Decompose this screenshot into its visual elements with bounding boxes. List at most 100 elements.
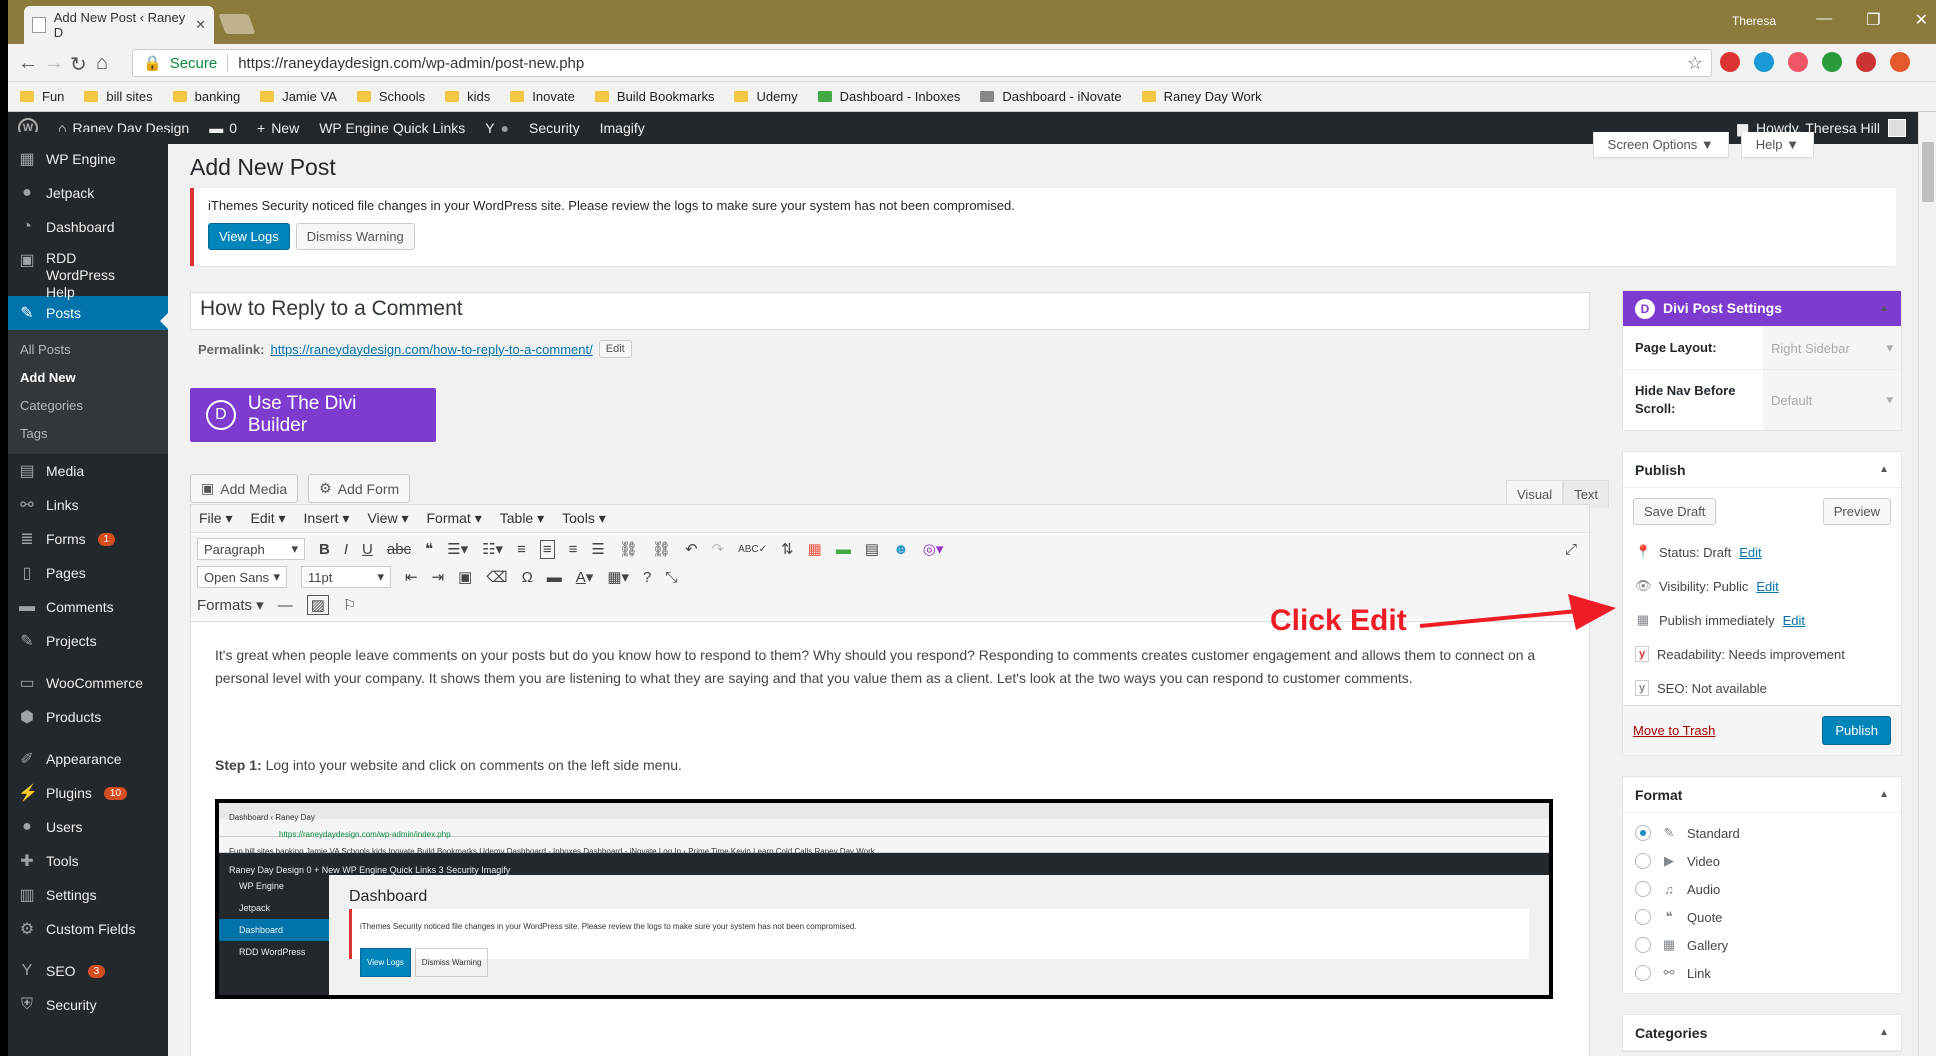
sidebar-item-posts[interactable]: ✎ Posts [8,296,168,330]
menu-format[interactable]: Format ▾ [426,510,481,527]
toggle-icon[interactable]: ▲ [1879,789,1889,800]
edit-visibility-link[interactable]: Edit [1756,579,1778,594]
sidebar-item-media[interactable]: ▤ Media [8,454,168,488]
hide-nav-select[interactable]: Default ▾ [1763,370,1901,430]
sidebar-item-wp-engine[interactable]: ▦ WP Engine [8,142,168,176]
paste-text-icon[interactable]: ▣ [458,568,472,586]
page-scrollbar[interactable] [1918,112,1936,1056]
new-tab-button[interactable] [218,14,256,34]
user-icon[interactable]: ☻ [893,541,909,558]
bookmark-icon[interactable]: ⚐ [343,596,356,614]
submenu-tags[interactable]: Tags [8,420,168,448]
bookmark[interactable]: banking [172,89,240,104]
sidebar-item-users[interactable]: ● Users [8,810,168,844]
bookmark[interactable]: Udemy [734,89,798,104]
extension-icon[interactable] [1856,52,1876,72]
move-to-trash-link[interactable]: Move to Trash [1633,723,1715,738]
dismiss-warning-button[interactable]: Dismiss Warning [295,223,415,250]
extension-icon[interactable] [1720,52,1740,72]
menu-tools[interactable]: Tools ▾ [562,510,606,527]
formats-menu[interactable]: Formats ▾ [197,596,264,614]
align-left-icon[interactable]: ≡ [517,541,526,558]
reload-icon[interactable]: ↻ [70,52,87,77]
extension-icon[interactable] [1788,52,1808,72]
bookmark[interactable]: Dashboard - iNovate [980,89,1122,104]
format-quote[interactable]: ❝ Quote [1623,903,1901,931]
bullet-list-icon[interactable]: ☰▾ [447,540,468,558]
bookmark[interactable]: Schools [356,89,425,104]
radio[interactable] [1635,965,1651,981]
extension-icon[interactable] [1890,52,1910,72]
home-icon[interactable]: ⌂ [96,52,108,75]
profile-name[interactable]: Theresa [1732,14,1776,28]
scrollbar-thumb[interactable] [1922,142,1934,202]
preview-button[interactable]: Preview [1822,498,1891,525]
redo-icon[interactable]: ↷ [712,540,725,558]
bookmark[interactable]: Inovate [510,89,575,104]
divider-icon[interactable]: ▬ [836,541,851,558]
sidebar-item-plugins[interactable]: ⚡ Plugins 10 [8,776,168,810]
radio[interactable] [1635,909,1651,925]
image-icon[interactable]: ▨ [306,595,329,615]
block-format-select[interactable]: Paragraph ▾ [197,538,305,560]
menu-table[interactable]: Table ▾ [500,510,544,527]
undo-icon[interactable]: ↶ [685,540,698,558]
divi-builder-button[interactable]: D Use The Divi Builder [190,388,436,442]
editor-body[interactable]: It's great when people leave comments on… [191,622,1589,1021]
bookmark[interactable]: Jamie VA [260,89,337,104]
sidebar-item-seo[interactable]: Y SEO 3 [8,954,168,988]
align-right-icon[interactable]: ≡ [569,541,578,558]
format-standard[interactable]: ✎ Standard [1623,819,1901,847]
toggle-icon[interactable]: ▲ [1879,1027,1889,1038]
bold-icon[interactable]: B [319,541,330,558]
blockquote-icon[interactable]: ❝ [425,540,433,558]
table-icon[interactable]: ▦▾ [607,568,629,586]
bookmark[interactable]: Build Bookmarks [594,89,714,104]
extension-icon[interactable] [1754,52,1774,72]
back-icon[interactable]: ← [18,52,38,75]
horizontal-line-icon[interactable]: ▬ [547,569,562,586]
page-layout-select[interactable]: Right Sidebar ▾ [1763,327,1901,369]
plugin-icon[interactable]: ◎▾ [923,540,944,558]
font-family-select[interactable]: Open Sans ▾ [197,566,287,588]
spellcheck-icon[interactable]: ABC✓ [738,544,767,555]
close-window-icon[interactable]: ✕ [1915,10,1928,30]
toggle-icon[interactable]: ▲ [1879,464,1889,475]
menu-file[interactable]: File ▾ [199,510,232,527]
add-media-button[interactable]: ▣ Add Media [190,474,299,503]
bookmark[interactable]: Dashboard - Inboxes [817,89,960,104]
sidebar-item-comments[interactable]: ▬ Comments [8,590,168,624]
special-char-icon[interactable]: Ω [522,569,533,586]
sidebar-item-security[interactable]: ⛨ Security [8,988,168,1022]
numbered-list-icon[interactable]: ☷▾ [482,540,503,558]
menu-insert[interactable]: Insert ▾ [304,510,350,527]
outdent-icon[interactable]: ⇤ [405,568,418,586]
submenu-all-posts[interactable]: All Posts [8,336,168,364]
underline-icon[interactable]: U [362,541,373,558]
bookmark[interactable]: Fun [20,89,64,104]
sidebar-item-dashboard[interactable]: ◔ Dashboard [8,210,168,244]
bookmark[interactable]: Raney Day Work [1141,89,1262,104]
browser-tab[interactable]: Add New Post ‹ Raney D ✕ [24,6,214,44]
sidebar-item-links[interactable]: ⚯ Links [8,488,168,522]
divi-settings-header[interactable]: D Divi Post Settings ▲ [1623,291,1901,327]
radio[interactable] [1635,825,1651,841]
format-link[interactable]: ⚯ Link [1623,959,1901,987]
columns-icon[interactable]: ▤ [865,540,879,558]
radio[interactable] [1635,881,1651,897]
publish-header[interactable]: Publish ▲ [1623,452,1901,488]
save-draft-button[interactable]: Save Draft [1633,498,1717,525]
format-header[interactable]: Format ▲ [1623,777,1901,813]
help-button[interactable]: Help ▼ [1740,132,1814,158]
add-form-button[interactable]: ⚙ Add Form [308,474,411,503]
indent-icon[interactable]: ⇥ [432,568,445,586]
help-icon[interactable]: ? [643,569,651,586]
strikethrough-icon[interactable]: abc [387,541,411,558]
minimize-icon[interactable]: — [1816,10,1832,30]
radio[interactable] [1635,853,1651,869]
align-center-icon[interactable]: ≡ [539,539,555,559]
radio[interactable] [1635,937,1651,953]
bookmark[interactable]: kids [445,89,490,104]
format-video[interactable]: ▶ Video [1623,847,1901,875]
link-icon[interactable]: ⛓ [619,540,638,558]
